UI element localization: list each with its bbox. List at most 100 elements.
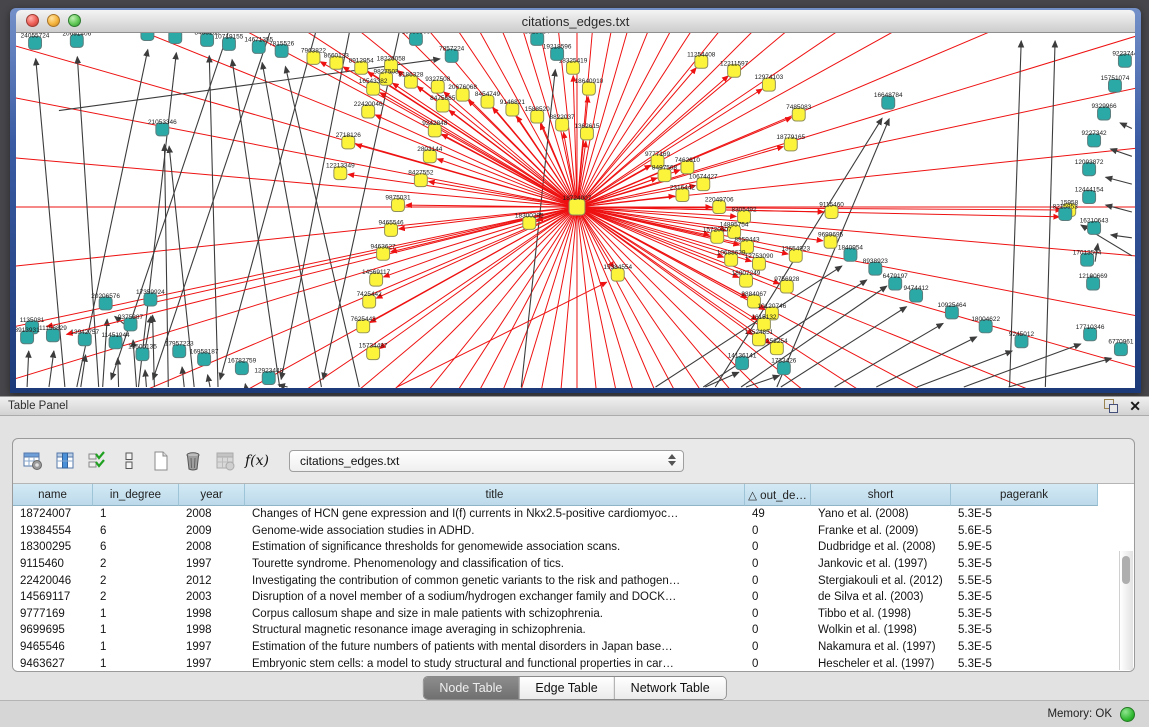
graph-node[interactable]: 15751074 xyxy=(1101,75,1130,92)
table-row[interactable]: 946554611997Estimation of the future num… xyxy=(13,639,1134,656)
graph-node[interactable]: 9115460 xyxy=(819,202,844,219)
zoom-window-button[interactable] xyxy=(68,14,81,27)
table-row[interactable]: 1872400712008Changes of HCN gene express… xyxy=(13,506,1134,523)
graph-node[interactable]: 10653287 xyxy=(133,33,162,40)
graph-node[interactable]: 10688639 xyxy=(717,249,746,266)
select-attributes-button[interactable] xyxy=(83,447,111,475)
create-table-button[interactable] xyxy=(147,447,175,475)
column-header-pagerank[interactable]: pagerank xyxy=(951,484,1098,506)
table-row[interactable]: 1938455462009Genome-wide association stu… xyxy=(13,523,1134,540)
table-selector-dropdown[interactable]: citations_edges.txt xyxy=(289,450,684,472)
graph-node[interactable]: 7462610 xyxy=(675,157,701,174)
tab-edge-table[interactable]: Edge Table xyxy=(519,677,614,699)
graph-node[interactable]: 11156829 xyxy=(39,325,67,342)
graph-node[interactable]: 18807249 xyxy=(732,270,761,287)
table-row[interactable]: 977716911998Corpus callosum shape and si… xyxy=(13,606,1134,623)
graph-node[interactable]: 14569117 xyxy=(362,269,391,286)
table-row[interactable]: 1456911722003Disruption of a novel membe… xyxy=(13,589,1134,606)
graph-node[interactable]: 10719155 xyxy=(215,33,244,50)
graph-node[interactable]: 12444154 xyxy=(1075,187,1104,204)
close-window-button[interactable] xyxy=(26,14,39,27)
graph-node-label: 16210643 xyxy=(1080,217,1109,224)
graph-node[interactable]: 12211597 xyxy=(720,60,749,77)
table-row[interactable]: 946362711997Embryonic stem cells: a mode… xyxy=(13,655,1134,672)
tab-node-table[interactable]: Node Table xyxy=(423,677,519,699)
graph-node[interactable]: 7857224 xyxy=(439,45,465,62)
column-header-out_de[interactable]: △ out_de… xyxy=(745,484,811,506)
minimize-window-button[interactable] xyxy=(47,14,60,27)
column-header-short[interactable]: short xyxy=(811,484,951,506)
graph-node[interactable]: 17013504 xyxy=(1073,249,1102,266)
graph-node[interactable]: 12093872 xyxy=(1075,159,1104,176)
table-vertical-scrollbar[interactable] xyxy=(1119,551,1133,670)
graph-node[interactable]: 16648784 xyxy=(874,92,903,109)
table-row[interactable]: 1830029562008Estimation of significance … xyxy=(13,539,1134,556)
column-header-in_degree[interactable]: in_degree xyxy=(93,484,179,506)
graph-node[interactable]: 16033809 xyxy=(402,33,431,45)
graph-node[interactable]: 9875031 xyxy=(385,195,411,212)
graph-node[interactable]: 252254 xyxy=(766,338,788,355)
graph-node[interactable]: 20206576 xyxy=(91,293,120,310)
network-window: citations_edges.txt 18724007796382286601… xyxy=(10,8,1141,393)
graph-node[interactable]: 9474412 xyxy=(904,285,930,302)
graph-node[interactable]: 2718126 xyxy=(336,132,362,149)
graph-node[interactable]: 12213349 xyxy=(326,163,355,180)
graph-node[interactable]: 9227342 xyxy=(1082,130,1108,147)
graph-node[interactable]: 18004622 xyxy=(971,316,1000,333)
function-builder-button[interactable]: f(x) xyxy=(243,447,271,475)
column-header-year[interactable]: year xyxy=(179,484,245,506)
graph-node[interactable]: 2316442 xyxy=(670,185,696,202)
graph-node[interactable]: 2803144 xyxy=(417,146,443,163)
graph-node[interactable]: 12974103 xyxy=(755,74,784,91)
network-canvas[interactable]: 1872400779638228660123891295418226058982… xyxy=(16,33,1135,388)
graph-node[interactable]: 9245012 xyxy=(1009,331,1035,348)
graph-node[interactable]: 22420046 xyxy=(354,101,383,118)
delete-table-button[interactable] xyxy=(179,447,207,475)
graph-node[interactable]: 20691406 xyxy=(62,33,91,47)
graph-node[interactable]: 13505135 xyxy=(128,344,157,361)
column-header-name[interactable]: name xyxy=(13,484,93,506)
graph-node[interactable]: 16782759 xyxy=(228,358,257,375)
graph-node-label: 20206576 xyxy=(91,293,120,300)
graph-node[interactable]: 16958187 xyxy=(190,349,219,366)
graph-node[interactable]: 6770961 xyxy=(1108,339,1134,356)
row-height-button[interactable] xyxy=(115,447,143,475)
graph-node[interactable]: 8660123 xyxy=(324,52,350,69)
select-columns-button[interactable] xyxy=(51,447,79,475)
graph-node[interactable]: 3913931 xyxy=(16,327,40,344)
graph-node[interactable]: 10925464 xyxy=(938,302,967,319)
graph-node[interactable]: 9756928 xyxy=(774,276,800,293)
table-row[interactable]: 969969511998Structural magnetic resonanc… xyxy=(13,622,1134,639)
graph-node[interactable]: 1527902 xyxy=(163,33,189,43)
graph-node[interactable]: 9329966 xyxy=(1091,103,1117,120)
graph-node[interactable]: 9242848 xyxy=(422,120,448,137)
graph-node[interactable]: 14136141 xyxy=(728,353,757,370)
graph-node[interactable]: 16543382 xyxy=(359,78,388,95)
close-panel-icon[interactable]: ✕ xyxy=(1129,398,1141,414)
graph-node[interactable]: 9223744 xyxy=(1112,50,1135,67)
graph-node[interactable]: 9327508 xyxy=(425,76,451,93)
graph-node[interactable]: 1733426 xyxy=(771,358,797,375)
graph-node[interactable]: 18779165 xyxy=(776,134,805,151)
table-row[interactable]: 2242004622012Investigating the contribut… xyxy=(13,572,1134,589)
graph-node[interactable]: 8454749 xyxy=(475,91,501,108)
table-row[interactable]: 911546021997Tourette syndrome. Phenomeno… xyxy=(13,556,1134,573)
graph-node[interactable]: 8912954 xyxy=(349,57,375,74)
table-settings-button[interactable] xyxy=(19,447,47,475)
column-header-title[interactable]: title xyxy=(245,484,745,506)
tab-network-table[interactable]: Network Table xyxy=(615,677,726,699)
graph-node[interactable]: 8475685 xyxy=(430,95,456,112)
graph-node[interactable]: 17710346 xyxy=(1076,324,1105,341)
import-table-button[interactable] xyxy=(211,447,239,475)
scrollbar-thumb[interactable] xyxy=(1122,556,1130,584)
graph-node[interactable]: 17359924 xyxy=(136,289,165,306)
graph-node[interactable]: 24055724 xyxy=(21,33,50,49)
graph-node[interactable]: 21053346 xyxy=(148,119,177,136)
graph-node[interactable]: 22049706 xyxy=(705,197,734,214)
network-window-titlebar[interactable]: citations_edges.txt xyxy=(16,10,1135,33)
graph-node-label: 9223744 xyxy=(1112,50,1135,57)
graph-node[interactable]: 12100669 xyxy=(1079,273,1108,290)
graph-node[interactable]: 1362615 xyxy=(574,123,600,140)
graph-node[interactable]: 16210643 xyxy=(1080,217,1109,234)
float-panel-icon[interactable] xyxy=(1103,398,1119,414)
